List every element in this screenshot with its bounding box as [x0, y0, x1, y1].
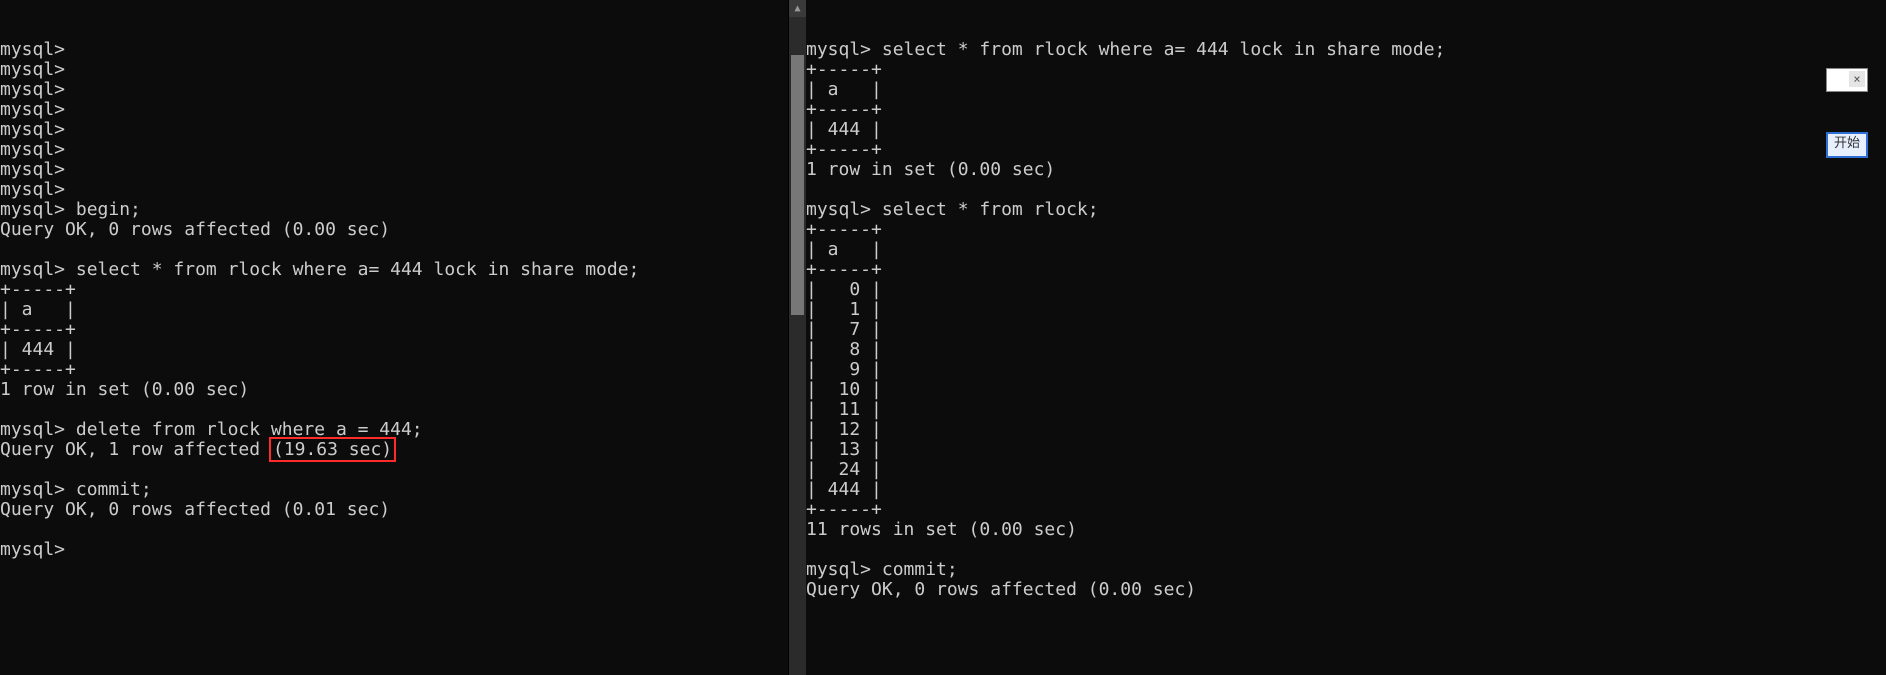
terminal-line: 1 row in set (0.00 sec)	[0, 380, 788, 400]
terminal-line	[0, 240, 788, 260]
close-icon[interactable]: ×	[1849, 71, 1865, 87]
terminal-line: +-----+	[0, 280, 788, 300]
terminal-line: | a |	[0, 300, 788, 320]
terminal-line: Query OK, 0 rows affected (0.00 sec)	[806, 580, 1886, 600]
terminal-line: | 8 |	[806, 340, 1886, 360]
terminal-line: | a |	[806, 240, 1886, 260]
terminal-left[interactable]: mysql>mysql>mysql>mysql>mysql>mysql>mysq…	[0, 0, 789, 675]
terminal-line: mysql> select * from rlock;	[806, 200, 1886, 220]
terminal-line: | 444 |	[806, 120, 1886, 140]
terminal-line: +-----+	[806, 140, 1886, 160]
terminal-line: mysql>	[0, 60, 788, 80]
terminal-line: mysql> commit;	[0, 480, 788, 500]
terminal-line: | a |	[806, 80, 1886, 100]
terminal-line: | 7 |	[806, 320, 1886, 340]
terminal-line: Query OK, 1 row affected (19.63 sec)	[0, 440, 788, 460]
terminal-line: mysql>	[0, 40, 788, 60]
floating-tool-widget[interactable]: P.. × 开始	[1826, 28, 1868, 198]
terminal-line: Query OK, 0 rows affected (0.00 sec)	[0, 220, 788, 240]
terminal-line: mysql>	[0, 80, 788, 100]
terminal-line: | 13 |	[806, 440, 1886, 460]
terminal-line	[0, 520, 788, 540]
terminal-line: +-----+	[806, 260, 1886, 280]
terminal-line: | 444 |	[0, 340, 788, 360]
terminal-line: mysql>	[0, 120, 788, 140]
terminal-line: mysql> select * from rlock where a= 444 …	[806, 40, 1886, 60]
terminal-line: mysql> begin;	[0, 200, 788, 220]
terminal-text: Query OK, 1 row affected	[0, 439, 271, 460]
terminal-right[interactable]: mysql> select * from rlock where a= 444 …	[806, 0, 1886, 675]
terminal-line: | 11 |	[806, 400, 1886, 420]
terminal-line: | 12 |	[806, 420, 1886, 440]
terminal-line: mysql>	[0, 180, 788, 200]
terminal-line: | 10 |	[806, 380, 1886, 400]
terminal-line: +-----+	[0, 320, 788, 340]
terminal-line: +-----+	[0, 360, 788, 380]
terminal-line: 11 rows in set (0.00 sec)	[806, 520, 1886, 540]
terminal-line: | 444 |	[806, 480, 1886, 500]
terminal-line	[806, 180, 1886, 200]
split-terminals: mysql>mysql>mysql>mysql>mysql>mysql>mysq…	[0, 0, 1886, 675]
terminal-line: +-----+	[806, 500, 1886, 520]
scroll-thumb[interactable]	[791, 55, 804, 315]
terminal-line: +-----+	[806, 100, 1886, 120]
terminal-line	[806, 540, 1886, 560]
terminal-line: 1 row in set (0.00 sec)	[806, 160, 1886, 180]
terminal-line: +-----+	[806, 60, 1886, 80]
terminal-line	[0, 460, 788, 480]
terminal-line: | 0 |	[806, 280, 1886, 300]
widget-title-bar[interactable]: P.. ×	[1826, 68, 1868, 92]
terminal-line: | 1 |	[806, 300, 1886, 320]
terminal-line: | 9 |	[806, 360, 1886, 380]
terminal-line	[0, 400, 788, 420]
scrollbar-left-terminal[interactable]: ▲	[789, 0, 806, 675]
terminal-line: mysql>	[0, 540, 788, 560]
highlighted-duration: (19.63 sec)	[269, 437, 396, 462]
terminal-line: mysql>	[0, 100, 788, 120]
terminal-line: mysql> select * from rlock where a= 444 …	[0, 260, 788, 280]
scroll-up-icon[interactable]: ▲	[789, 0, 806, 17]
terminal-line: mysql> commit;	[806, 560, 1886, 580]
terminal-line: Query OK, 0 rows affected (0.01 sec)	[0, 500, 788, 520]
terminal-line: mysql>	[0, 160, 788, 180]
terminal-line: +-----+	[806, 220, 1886, 240]
terminal-line: | 24 |	[806, 460, 1886, 480]
terminal-line: mysql>	[0, 140, 788, 160]
